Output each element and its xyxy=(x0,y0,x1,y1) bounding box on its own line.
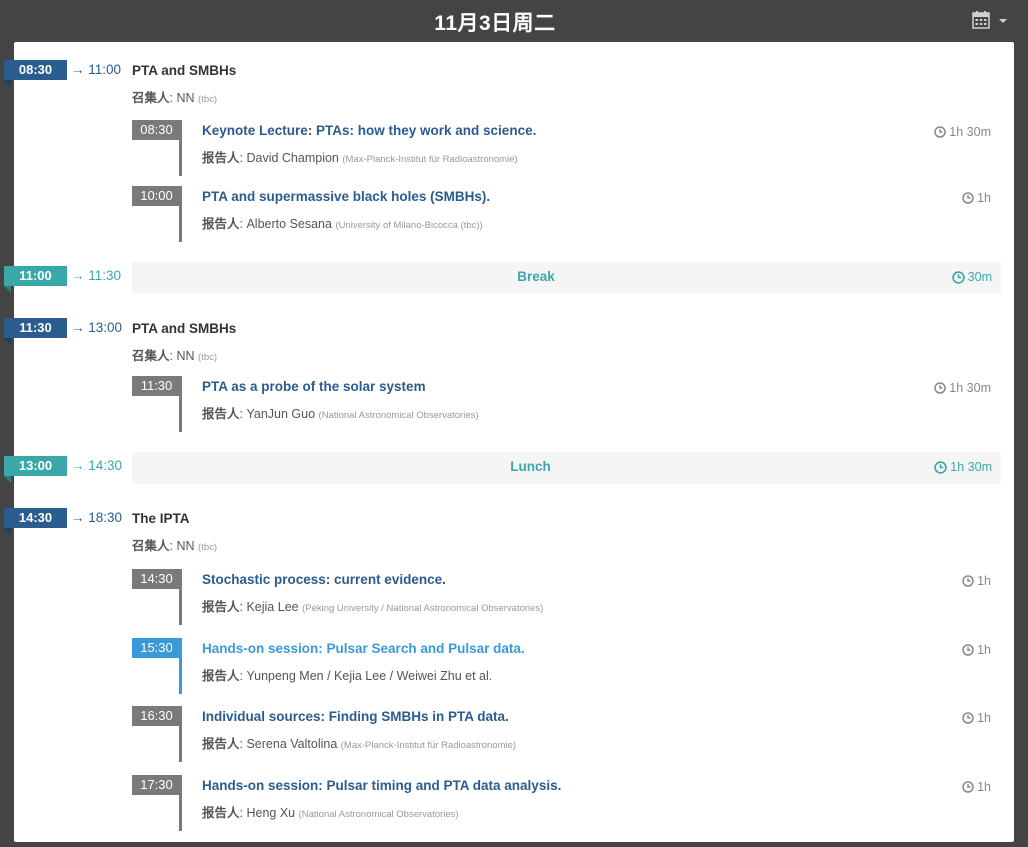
clock-icon xyxy=(962,644,974,656)
break-duration: 30m xyxy=(951,270,992,284)
talk-title[interactable]: Keynote Lecture: PTAs: how they work and… xyxy=(202,123,536,138)
break-end-time: → 11:30 xyxy=(71,268,122,283)
talk-item[interactable]: 11:30 PTA as a probe of the solar system… xyxy=(132,376,1000,432)
talk-speaker: 报告人: Heng Xu (National Astronomical Obse… xyxy=(202,806,459,820)
day-header: 11月3日周二 xyxy=(0,0,1028,42)
break-start-time[interactable]: 13:00 xyxy=(4,456,67,483)
talk-title[interactable]: Stochastic process: current evidence. xyxy=(202,572,446,587)
clock-icon xyxy=(962,712,974,724)
break-bar[interactable]: Break 30m xyxy=(132,262,1001,294)
talk-duration: 1h xyxy=(962,780,991,794)
talk-item[interactable]: 08:30 Keynote Lecture: PTAs: how they wo… xyxy=(132,120,1000,176)
calendar-icon xyxy=(972,11,990,29)
talk-duration: 1h xyxy=(962,643,991,657)
talk-item[interactable]: 15:30 Hands-on session: Pulsar Search an… xyxy=(132,638,1000,694)
session-end-time: → 11:00 xyxy=(71,62,122,77)
timetable-panel: 08:30 → 11:00 PTA and SMBHs 召集人: NN (tbc… xyxy=(4,42,1014,842)
talk-speaker: 报告人: Alberto Sesana (University of Milan… xyxy=(202,217,483,231)
clock-icon xyxy=(962,192,974,204)
caret-down-icon xyxy=(999,19,1007,23)
session-start-time[interactable]: 08:30 xyxy=(4,60,67,87)
session-start-time[interactable]: 11:30 xyxy=(4,318,67,345)
session-title[interactable]: The IPTA xyxy=(132,511,190,526)
talk-duration: 1h xyxy=(962,191,991,205)
talk-speaker: 报告人: YanJun Guo (National Astronomical O… xyxy=(202,407,479,421)
session-end-time: → 13:00 xyxy=(71,320,123,335)
talk-start-time: 16:30 xyxy=(132,706,181,726)
calendar-dropdown-button[interactable] xyxy=(972,11,1010,31)
talk-item[interactable]: 10:00 PTA and supermassive black holes (… xyxy=(132,186,1000,242)
talk-item[interactable]: 14:30 Stochastic process: current eviden… xyxy=(132,569,1000,625)
talk-title[interactable]: PTA as a probe of the solar system xyxy=(202,379,426,394)
talk-title[interactable]: Hands-on session: Pulsar timing and PTA … xyxy=(202,778,561,793)
talk-timeline-bar xyxy=(179,775,182,831)
session-convener: 召集人: NN (tbc) xyxy=(132,349,218,363)
talk-speaker: 报告人: Serena Valtolina (Max-Planck-Instit… xyxy=(202,737,517,751)
talk-duration: 1h 30m xyxy=(934,381,991,395)
talk-start-time: 15:30 xyxy=(132,638,181,658)
talk-speaker: 报告人: David Champion (Max-Planck-Institut… xyxy=(202,151,518,165)
break-title: Break xyxy=(517,269,555,284)
session-convener: 召集人: NN (tbc) xyxy=(132,91,218,105)
clock-icon xyxy=(962,781,974,793)
talk-item[interactable]: 17:30 Hands-on session: Pulsar timing an… xyxy=(132,775,1000,831)
session-convener: 召集人: NN (tbc) xyxy=(132,539,218,553)
session-start-time[interactable]: 14:30 xyxy=(4,508,67,535)
talk-timeline-bar xyxy=(179,120,182,176)
talk-start-time: 11:30 xyxy=(132,376,181,396)
clock-icon xyxy=(962,575,974,587)
break-title: Lunch xyxy=(510,459,551,474)
talk-timeline-bar xyxy=(179,186,182,242)
talk-start-time: 14:30 xyxy=(132,569,181,589)
break-bar[interactable]: Lunch 1h 30m xyxy=(132,452,1001,484)
talk-duration: 1h xyxy=(962,711,991,725)
talk-title[interactable]: Individual sources: Finding SMBHs in PTA… xyxy=(202,709,509,724)
talk-start-time: 08:30 xyxy=(132,120,181,140)
session-end-time: → 18:30 xyxy=(71,510,123,525)
break-start-time[interactable]: 11:00 xyxy=(4,266,67,293)
day-title: 11月3日周二 xyxy=(434,12,556,35)
talk-start-time: 17:30 xyxy=(132,775,181,795)
break-duration: 1h 30m xyxy=(934,460,992,474)
talk-duration: 1h xyxy=(962,574,991,588)
session-title[interactable]: PTA and SMBHs xyxy=(132,63,236,78)
talk-title[interactable]: PTA and supermassive black holes (SMBHs)… xyxy=(202,189,490,204)
session-title[interactable]: PTA and SMBHs xyxy=(132,321,236,336)
talk-speaker: 报告人: Kejia Lee (Peking University / Nati… xyxy=(202,600,544,614)
talk-title[interactable]: Hands-on session: Pulsar Search and Puls… xyxy=(202,641,525,656)
clock-icon xyxy=(934,382,947,394)
clock-icon xyxy=(934,126,947,138)
talk-timeline-bar xyxy=(179,376,182,432)
talk-start-time: 10:00 xyxy=(132,186,181,206)
talk-timeline-bar xyxy=(179,569,182,625)
talk-timeline-bar xyxy=(179,706,182,762)
talk-speaker: 报告人: Yunpeng Men / Kejia Lee / Weiwei Zh… xyxy=(202,669,493,683)
talk-timeline-bar xyxy=(179,638,182,694)
break-end-time: → 14:30 xyxy=(71,458,123,473)
talk-duration: 1h 30m xyxy=(934,125,991,139)
clock-icon xyxy=(934,460,948,474)
talk-item[interactable]: 16:30 Individual sources: Finding SMBHs … xyxy=(132,706,1000,762)
clock-icon xyxy=(951,270,965,284)
